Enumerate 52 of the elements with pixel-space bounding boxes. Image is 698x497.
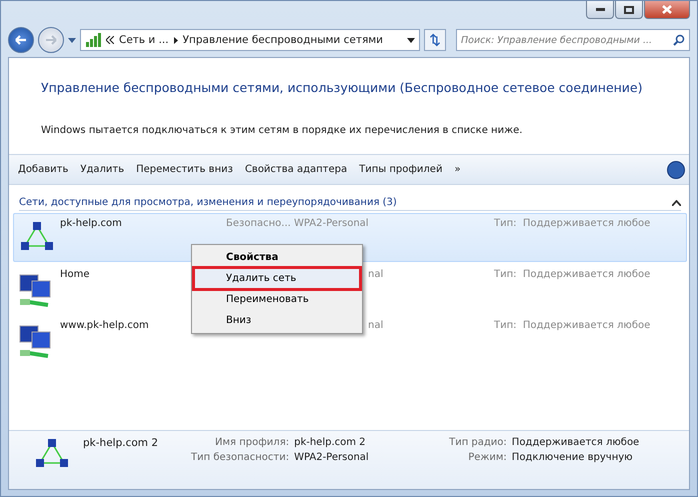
double-chevron-icon xyxy=(106,36,114,44)
profile-name: pk-help.com 2 xyxy=(83,437,160,449)
field-label: Тип радио: xyxy=(449,437,507,448)
toolbar-button[interactable]: » xyxy=(449,161,466,178)
toolbar-button[interactable]: Удалить xyxy=(75,161,130,178)
menu-item[interactable]: Удалить сеть xyxy=(194,268,360,289)
breadcrumb-item[interactable]: Управление беспроводными сетями xyxy=(182,34,384,46)
group-header[interactable]: Сети, доступные для просмотра, изменения и переупорядочивания (3) xyxy=(19,197,681,211)
menu-item[interactable]: Переименовать xyxy=(194,289,360,310)
maximize-icon xyxy=(624,6,634,14)
minimize-button[interactable] xyxy=(586,1,614,19)
network-name: Home xyxy=(60,268,91,280)
search-icon xyxy=(673,34,685,46)
toolbar-button[interactable]: Свойства адаптера xyxy=(240,161,352,178)
collapse-caret-icon[interactable] xyxy=(672,200,681,206)
field-label: Тип безопасности: xyxy=(191,452,290,463)
arrow-right-icon xyxy=(45,35,57,45)
toolbar-button[interactable]: Добавить xyxy=(13,161,74,178)
address-bar[interactable]: Сеть и ... Управление беспроводными сетями xyxy=(80,29,420,51)
field-value: Подключение вручную xyxy=(512,452,634,463)
toolbar-button[interactable]: Типы профилей xyxy=(354,161,448,178)
toolbar-button[interactable]: Переместить вниз xyxy=(131,161,238,178)
refresh-button[interactable] xyxy=(424,29,446,51)
field-label: Режим: xyxy=(467,452,507,463)
arrow-left-icon xyxy=(15,35,27,45)
dropdown-caret-icon[interactable] xyxy=(407,38,415,42)
field-value: WPA2-Personal xyxy=(294,452,370,463)
description-text: Windows пытается подключаться к этим сетям в порядке их перечисления в списке ниже. xyxy=(41,125,524,136)
security-text: nal xyxy=(368,320,384,331)
maximize-button[interactable] xyxy=(615,1,643,19)
search-field[interactable]: Поиск: Управление беспроводными ... xyxy=(456,29,690,51)
group-title: Сети, доступные для просмотра, изменения и переупорядочивания (3) xyxy=(19,197,398,208)
breadcrumb-item[interactable]: Сеть и ... xyxy=(119,34,169,46)
field-value: pk-help.com 2 xyxy=(294,437,367,448)
close-icon xyxy=(662,5,672,14)
network-name: pk-help.com xyxy=(60,217,123,229)
type-text: Тип: Поддерживается любое xyxy=(494,320,650,331)
chevron-right-icon xyxy=(174,36,178,44)
forward-button[interactable] xyxy=(38,27,64,53)
type-text: Тип: Поддерживается любое xyxy=(494,269,650,280)
page-heading: Управление беспроводными сетями, использующими (Беспроводное сетевое соединение) xyxy=(41,80,644,95)
signal-bars-icon xyxy=(85,33,101,47)
menu-item[interactable]: Вниз xyxy=(194,310,360,331)
minimize-icon xyxy=(596,8,604,12)
field-label: Имя профиля: xyxy=(214,437,290,448)
back-button[interactable] xyxy=(8,27,34,53)
security-text: Безопасно... WPA2-Personal xyxy=(226,218,369,229)
close-button[interactable] xyxy=(644,1,690,19)
type-text: Тип: Поддерживается любое xyxy=(494,218,650,229)
security-text: nal xyxy=(368,269,384,280)
field-value: Поддерживается любое xyxy=(512,437,640,448)
network-name: www.pk-help.com xyxy=(60,319,150,331)
